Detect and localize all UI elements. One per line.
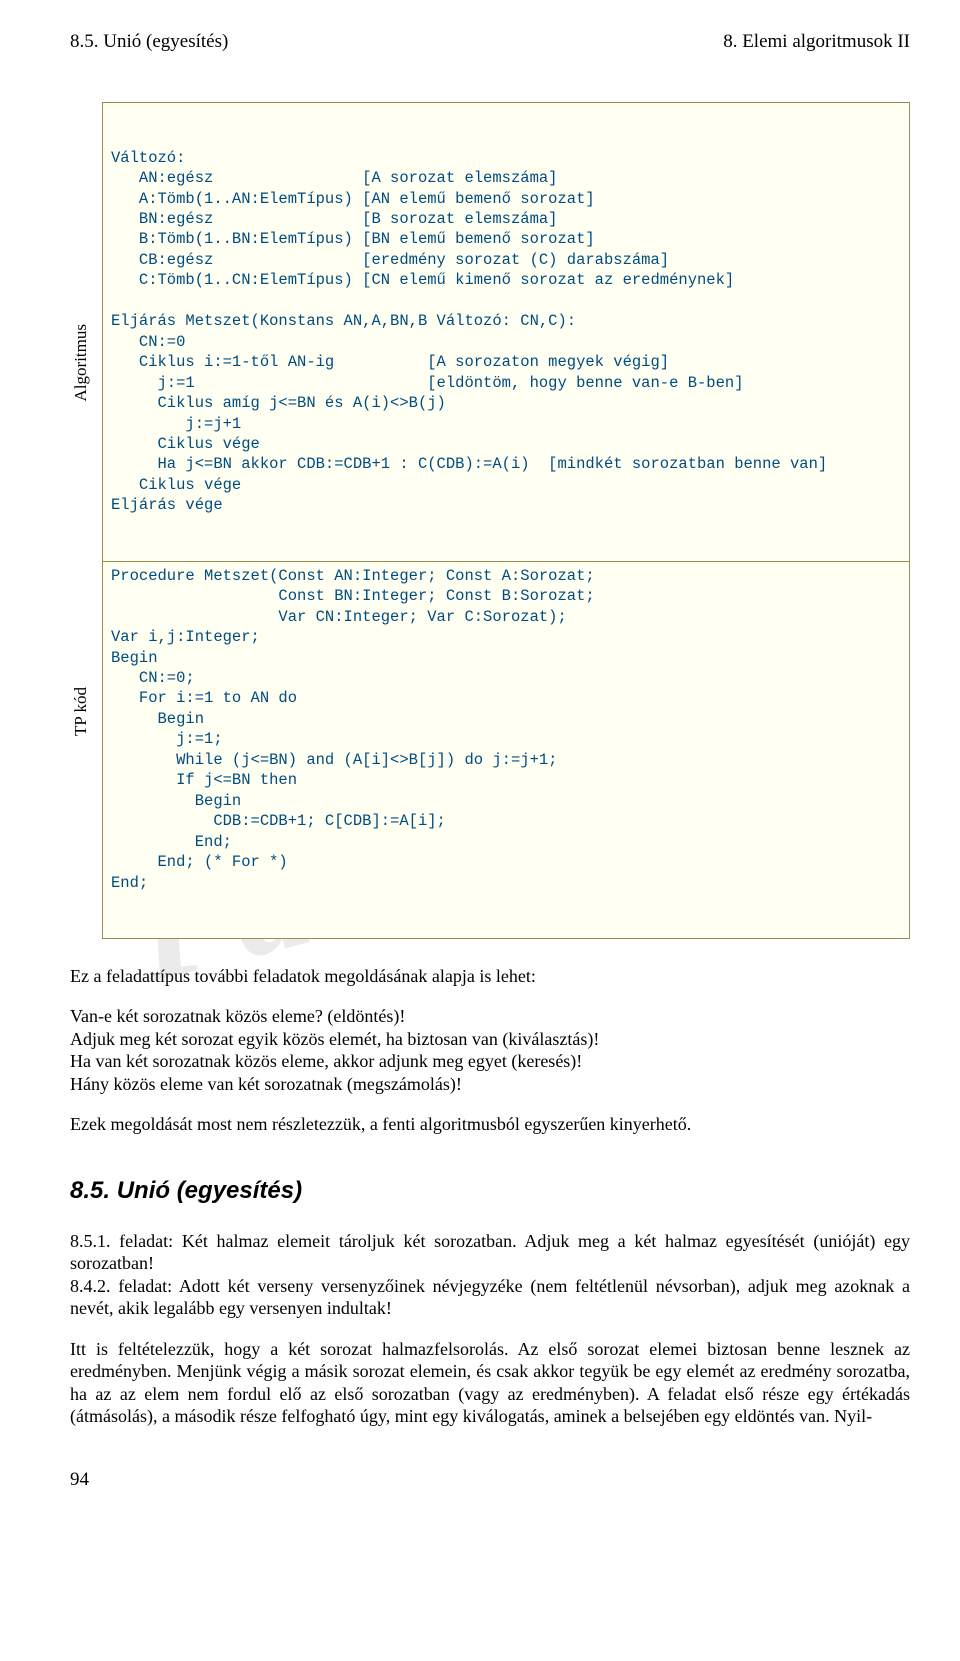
summary-paragraph: Ezek megoldását most nem részletezzük, a… — [70, 1113, 910, 1136]
header-right: 8. Elemi algoritmusok II — [723, 30, 910, 54]
task-851: 8.5.1. feladat: Két halmaz elemeit tárol… — [70, 1230, 910, 1275]
question-list: Van-e két sorozatnak közös eleme? (eldön… — [70, 1005, 910, 1095]
code-box-wrapper: Algoritmus TP kód Változó: AN:egész [A s… — [70, 102, 910, 939]
algorithm-code: Változó: AN:egész [A sorozat elemszáma] … — [103, 144, 909, 520]
task-842: 8.4.2. feladat: Adott két verseny versen… — [70, 1275, 910, 1320]
side-label-tpkod: TP kód — [70, 687, 102, 796]
list-item: Van-e két sorozatnak közös eleme? (eldön… — [70, 1005, 910, 1028]
page-number: 94 — [70, 1468, 910, 1492]
list-item: Ha van két sorozatnak közös eleme, akkor… — [70, 1050, 910, 1073]
list-item: Adjuk meg két sorozat egyik közös elemét… — [70, 1028, 910, 1051]
tp-code: Procedure Metszet(Const AN:Integer; Cons… — [103, 561, 909, 897]
page-header: 8.5. Unió (egyesítés) 8. Elemi algoritmu… — [70, 30, 910, 54]
list-item: Hány közös eleme van két sorozatnak (meg… — [70, 1073, 910, 1096]
side-label-algoritmus: Algoritmus — [70, 244, 102, 401]
intro-paragraph: Ez a feladattípus további feladatok mego… — [70, 965, 910, 988]
explanation-paragraph: Itt is feltételezzük, hogy a két sorozat… — [70, 1338, 910, 1428]
section-heading: 8.5. Unió (egyesítés) — [70, 1176, 910, 1206]
header-left: 8.5. Unió (egyesítés) — [70, 30, 228, 54]
